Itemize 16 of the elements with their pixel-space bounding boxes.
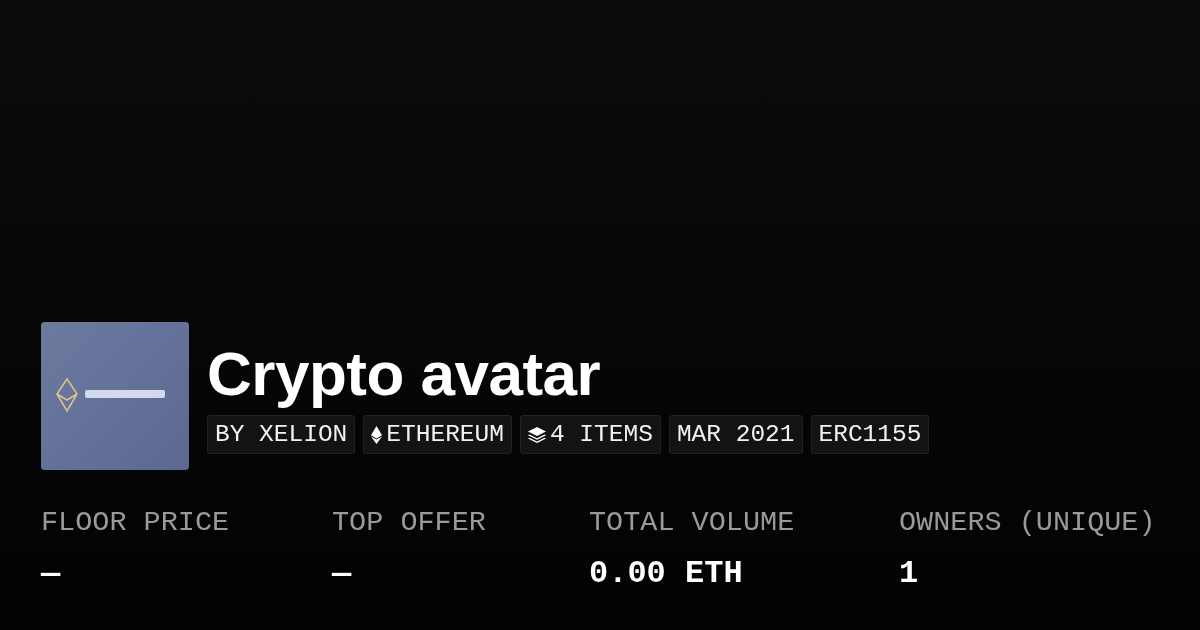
stat-label: TOTAL VOLUME <box>589 506 795 540</box>
stat-value: 1 <box>899 556 919 592</box>
tag-label: ETHEREUM <box>386 420 504 449</box>
tag-label: 4 ITEMS <box>549 420 653 449</box>
collection-title: Crypto avatar <box>207 338 602 410</box>
stat-value: — <box>41 556 61 592</box>
ethereum-icon <box>371 425 383 444</box>
stat-value: 0.00 ETH <box>589 556 743 592</box>
layers-icon <box>527 426 546 443</box>
tag-label: BY XELION <box>215 420 348 449</box>
stat-value: — <box>332 556 352 592</box>
tag-label: ERC1155 <box>818 420 922 449</box>
stat-label: FLOOR PRICE <box>41 506 230 540</box>
tag-label: MAR 2021 <box>676 420 795 449</box>
stat-label: OWNERS (UNIQUE) <box>899 506 1156 540</box>
stat-label: TOP OFFER <box>332 506 486 540</box>
